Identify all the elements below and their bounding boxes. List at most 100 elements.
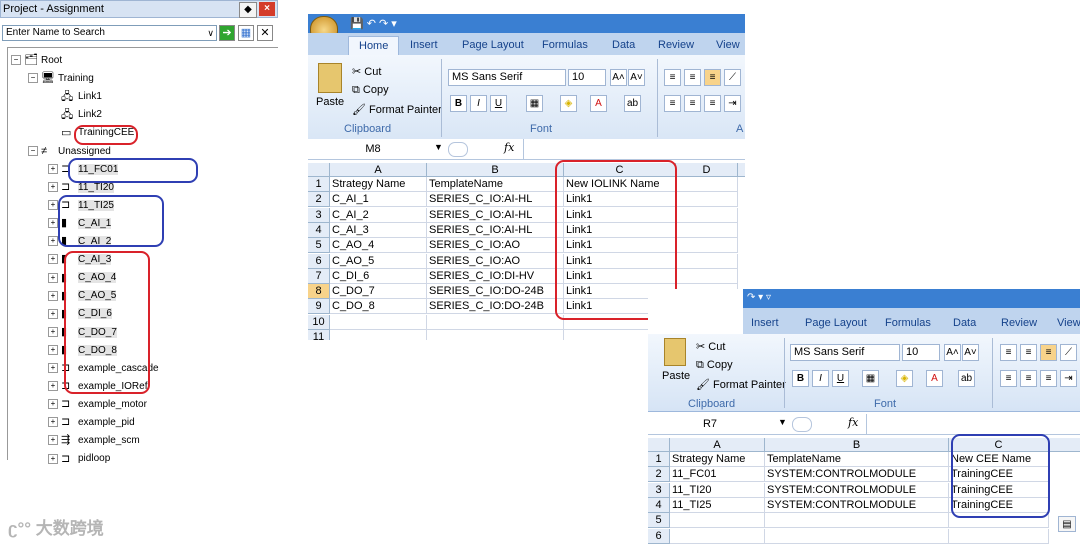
table-cell[interactable] [949, 528, 1049, 544]
expand-icon[interactable]: + [48, 363, 58, 374]
tree-item[interactable]: − 🗂 Root [11, 53, 62, 69]
fill-color-icon[interactable]: ◈ [560, 95, 577, 112]
row-header[interactable]: 4 [308, 222, 330, 238]
paste-options-icon[interactable]: ▤ [1058, 516, 1076, 532]
expand-icon[interactable]: + [48, 326, 58, 337]
table-cell[interactable] [670, 528, 765, 544]
table-cell[interactable] [330, 314, 427, 330]
align-top-icon[interactable]: ≡ [664, 69, 681, 86]
align-middle-icon[interactable]: ≡ [1020, 344, 1037, 361]
table-cell[interactable]: SYSTEM:CONTROLMODULE [765, 467, 949, 483]
row-header[interactable]: 7 [308, 268, 330, 284]
align-middle-icon[interactable]: ≡ [684, 69, 701, 86]
borders-icon[interactable]: ▦ [526, 95, 543, 112]
table-cell[interactable] [676, 253, 738, 269]
row-header[interactable]: 3 [308, 207, 330, 223]
format-painter-button[interactable]: 🖌 Format Painter [352, 103, 442, 116]
formula-cancel-icon[interactable] [448, 142, 468, 157]
table-cell[interactable] [670, 513, 765, 529]
expand-icon[interactable]: + [48, 218, 58, 229]
expand-icon[interactable]: + [48, 417, 58, 428]
table-cell[interactable]: C_DI_6 [330, 268, 427, 284]
tab-view[interactable]: View [716, 36, 740, 55]
table-cell[interactable] [427, 314, 564, 330]
expand-icon[interactable]: + [48, 200, 58, 211]
table-cell[interactable] [676, 207, 738, 223]
tab-formulas[interactable]: Formulas [885, 314, 931, 333]
table-cell[interactable]: SYSTEM:CONTROLMODULE [765, 482, 949, 498]
shrink-font-icon[interactable]: A˅ [962, 344, 979, 361]
underline-button[interactable]: U [832, 370, 849, 387]
table-cell[interactable] [765, 528, 949, 544]
copy-button[interactable]: ⧉ Copy [696, 359, 733, 372]
font-name-select[interactable]: MS Sans Serif [448, 69, 566, 86]
quick-access-toolbar[interactable]: 💾 ↶ ↷ ▾ [350, 17, 397, 30]
copy-button[interactable]: ⧉ Copy [352, 84, 389, 97]
tree-item[interactable]: + ⊐ pidloop [48, 451, 110, 467]
expand-icon[interactable]: + [48, 453, 58, 464]
bold-button[interactable]: B [792, 370, 809, 387]
row-header[interactable]: 1 [648, 452, 670, 467]
name-box[interactable]: R7 [648, 414, 772, 434]
table-cell[interactable]: SYSTEM:CONTROLMODULE [765, 497, 949, 513]
align-bottom-icon[interactable]: ≡ [1040, 344, 1057, 361]
expand-icon[interactable]: + [48, 163, 58, 174]
column-header[interactable]: B [765, 438, 949, 452]
table-cell[interactable] [676, 177, 738, 192]
font-size-select[interactable]: 10 [902, 344, 940, 361]
close-icon[interactable]: × [259, 2, 275, 16]
row-header[interactable]: 10 [308, 314, 330, 330]
italic-button[interactable]: I [470, 95, 487, 112]
row-header[interactable]: 5 [308, 238, 330, 254]
tree-item[interactable]: + ⇶ example_scm [48, 433, 140, 449]
table-cell[interactable]: Strategy Name [330, 177, 427, 192]
table-cell[interactable]: 11_TI20 [670, 482, 765, 498]
row-header[interactable]: 6 [648, 528, 670, 544]
tab-view[interactable]: View [1057, 314, 1080, 333]
expand-icon[interactable]: + [48, 399, 58, 410]
tree-item[interactable]: + ⊐ example_pid [48, 415, 135, 431]
font-color-icon[interactable]: A [926, 370, 943, 387]
phonetic-icon[interactable]: ab [958, 370, 975, 387]
grow-font-icon[interactable]: A˄ [944, 344, 961, 361]
table-cell[interactable] [330, 330, 427, 340]
tab-home[interactable]: Home [348, 36, 400, 55]
cut-button[interactable]: ✂ Cut [352, 65, 381, 78]
expand-icon[interactable]: + [48, 236, 58, 247]
grow-font-icon[interactable]: A˄ [610, 69, 627, 86]
indent-icon[interactable]: ⇥ [724, 95, 741, 112]
row-header[interactable]: 4 [648, 497, 670, 513]
tree-item[interactable]: − 🖥 Training [28, 71, 94, 87]
formula-input[interactable] [866, 414, 1080, 434]
table-cell[interactable]: SERIES_C_IO:DO-24B [427, 284, 564, 300]
table-cell[interactable]: TemplateName [765, 452, 949, 467]
quick-access-toolbar[interactable]: ↷ ▾ ▿ [747, 292, 771, 303]
align-center-icon[interactable]: ≡ [684, 95, 701, 112]
row-header[interactable]: 2 [648, 467, 670, 483]
tab-data[interactable]: Data [953, 314, 976, 333]
column-header[interactable]: A [670, 438, 765, 452]
table-cell[interactable]: 11_TI25 [670, 497, 765, 513]
collapse-icon[interactable]: − [28, 145, 38, 156]
font-size-select[interactable]: 10 [568, 69, 606, 86]
column-header[interactable]: B [427, 163, 564, 177]
search-input[interactable]: Enter Name to Search ∨ [2, 25, 217, 41]
align-right-icon[interactable]: ≡ [1040, 370, 1057, 387]
formula-input[interactable] [523, 139, 745, 159]
table-cell[interactable]: C_DO_7 [330, 284, 427, 300]
cut-button[interactable]: ✂ Cut [696, 340, 725, 353]
table-cell[interactable]: SERIES_C_IO:AI-HL [427, 207, 564, 223]
table-cell[interactable]: TemplateName [427, 177, 564, 192]
table-cell[interactable]: SERIES_C_IO:AI-HL [427, 192, 564, 208]
align-center-icon[interactable]: ≡ [1020, 370, 1037, 387]
chevron-down-icon[interactable]: ▼ [434, 142, 443, 152]
paste-button[interactable]: Paste [662, 370, 690, 382]
phonetic-icon[interactable]: ab [624, 95, 641, 112]
table-cell[interactable]: C_DO_8 [330, 299, 427, 315]
table-cell[interactable]: Strategy Name [670, 452, 765, 467]
collapse-icon[interactable]: − [11, 55, 21, 66]
expand-icon[interactable]: + [48, 272, 58, 283]
table-cell[interactable] [676, 238, 738, 254]
borders-icon[interactable]: ▦ [862, 370, 879, 387]
paste-icon[interactable] [318, 63, 342, 93]
